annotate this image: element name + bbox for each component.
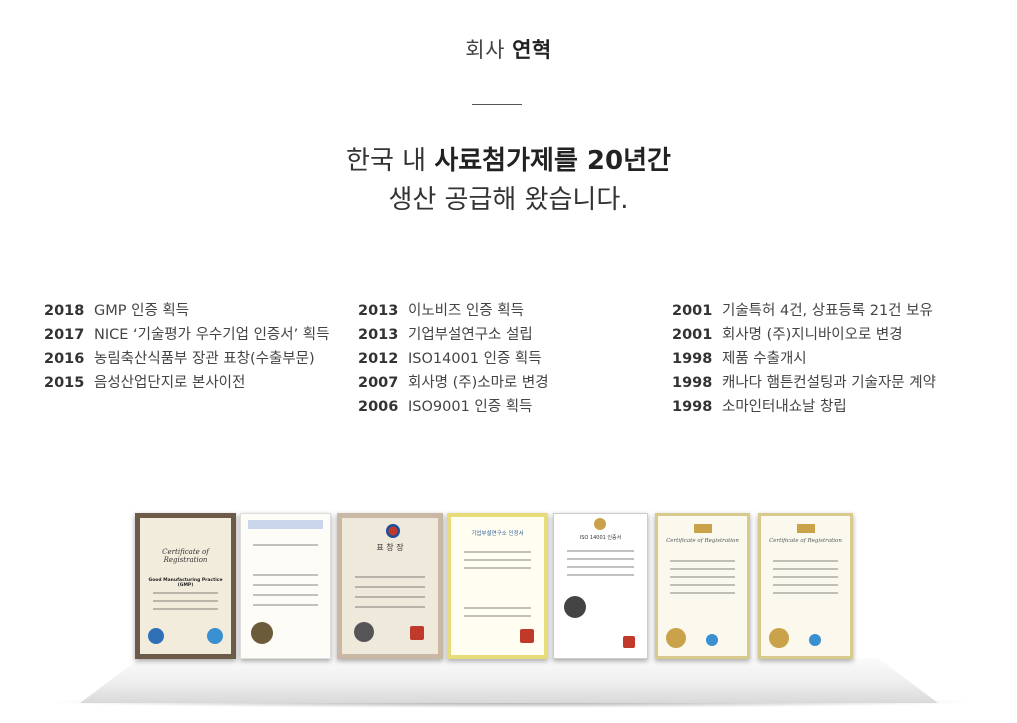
research-institute-certificate-image: 기업부설연구소 인정서 <box>447 513 548 659</box>
history-event: 회사명 (주)소마로 변경 <box>408 375 549 391</box>
history-year: 2001 <box>672 303 713 319</box>
history-year: 2013 <box>358 303 399 319</box>
history-event: ISO14001 인증 획득 <box>408 351 542 367</box>
award-certificate-image: 표 창 장 <box>337 513 443 659</box>
history-year: 2018 <box>44 303 85 319</box>
red-stamp-icon <box>623 636 635 648</box>
history-year: 2012 <box>358 351 399 367</box>
history-event: 캐나다 햄튼컨설팅과 기술자문 계약 <box>722 375 936 391</box>
history-year: 2007 <box>358 375 399 391</box>
iso14001-en-certificate-title: Certificate of Registration <box>769 538 842 544</box>
history-item: 2013 기업부설연구소 설립 <box>358 323 658 347</box>
headline-text: 한국 내 <box>346 146 435 176</box>
certificate-seal-icon <box>354 622 374 642</box>
history-item: 1998 소마인터내쇼날 창립 <box>672 395 992 419</box>
nice-certificate-image <box>240 513 331 659</box>
headline-emphasis: 사료첨가제를 <box>434 146 578 176</box>
history-event: 기업부설연구소 설립 <box>408 327 533 343</box>
history-item: 2016 농림축산식품부 장관 표창(수출부문) <box>44 347 334 371</box>
history-event: NICE ‘기술평가 우수기업 인증서’ 획득 <box>94 327 330 343</box>
history-item: 2018 GMP 인증 획득 <box>44 299 334 323</box>
history-column-1: 2018 GMP 인증 획득 2017 NICE ‘기술평가 우수기업 인증서’ 획… <box>44 299 334 395</box>
iso9001-certificate-image: Certificate of Registration <box>655 513 750 659</box>
certificate-seal-icon <box>666 628 686 648</box>
history-year: 2001 <box>672 327 713 343</box>
section-title-normal: 회사 <box>465 38 513 62</box>
history-year: 1998 <box>672 351 713 367</box>
research-certificate-title: 기업부설연구소 인정서 <box>471 531 524 537</box>
headline: 한국 내 사료첨가제를 20년간 생산 공급해 왔습니다. <box>0 142 1017 220</box>
headline-line-2: 생산 공급해 왔습니다. <box>388 185 629 215</box>
certificate-stand <box>80 658 938 703</box>
history-year: 2013 <box>358 327 399 343</box>
history-event: 농림축산식품부 장관 표창(수출부문) <box>94 351 315 367</box>
title-divider <box>472 104 522 105</box>
certificate-seal-icon <box>564 596 586 618</box>
history-year: 1998 <box>672 375 713 391</box>
red-stamp-icon <box>520 629 534 643</box>
emblem-icon <box>594 518 606 530</box>
iso14001-certificate-image: ISO 14001 인증서 <box>553 513 648 659</box>
history-event: 회사명 (주)지니바이오로 변경 <box>722 327 903 343</box>
history-year: 1998 <box>672 399 713 415</box>
history-column-3: 2001 기술특허 4건, 상표등록 21건 보유 2001 회사명 (주)지니바이… <box>672 299 992 419</box>
certificate-seal-icon <box>809 634 821 646</box>
history-item: 1998 제품 수출개시 <box>672 347 992 371</box>
gmp-certificate-image: Certificate of Registration Good Manufac… <box>135 513 236 659</box>
history-event: ISO9001 인증 획득 <box>408 399 533 415</box>
history-event: 소마인터내쇼날 창립 <box>722 399 847 415</box>
certificate-seal-icon <box>148 628 164 644</box>
korea-emblem-icon <box>386 524 400 538</box>
iso14001-en-certificate-image: Certificate of Registration <box>758 513 853 659</box>
history-item: 2013 이노비즈 인증 획득 <box>358 299 658 323</box>
history-item: 2012 ISO14001 인증 획득 <box>358 347 658 371</box>
award-certificate-title: 표 창 장 <box>376 543 404 552</box>
history-item: 1998 캐나다 햄튼컨설팅과 기술자문 계약 <box>672 371 992 395</box>
history-year: 2015 <box>44 375 85 391</box>
gmp-certificate-title: Certificate of Registration <box>162 548 209 564</box>
history-event: 제품 수출개시 <box>722 351 807 367</box>
history-year: 2017 <box>44 327 85 343</box>
iso9001-certificate-title: Certificate of Registration <box>666 538 739 544</box>
headline-emphasis-years: 20년간 <box>577 146 671 176</box>
history-year: 2006 <box>358 399 399 415</box>
history-column-2: 2013 이노비즈 인증 획득 2013 기업부설연구소 설립 2012 ISO140… <box>358 299 658 419</box>
history-event: 기술특허 4건, 상표등록 21건 보유 <box>722 303 933 319</box>
history-item: 2001 기술특허 4건, 상표등록 21건 보유 <box>672 299 992 323</box>
headline-line-1: 한국 내 사료첨가제를 20년간 <box>0 142 1017 181</box>
iso14001-certificate-title: ISO 14001 인증서 <box>579 535 622 541</box>
history-item: 2017 NICE ‘기술평가 우수기업 인증서’ 획득 <box>44 323 334 347</box>
gmp-certificate-line: Good Manufacturing Practice (GMP) <box>148 578 223 588</box>
red-stamp-icon <box>410 626 424 640</box>
history-event: GMP 인증 획득 <box>94 303 190 319</box>
history-item: 2001 회사명 (주)지니바이오로 변경 <box>672 323 992 347</box>
history-item: 2006 ISO9001 인증 획득 <box>358 395 658 419</box>
certificate-seal-icon <box>207 628 223 644</box>
section-title: 회사 연혁 <box>0 34 1017 64</box>
history-item: 2007 회사명 (주)소마로 변경 <box>358 371 658 395</box>
certificate-seal-icon <box>706 634 718 646</box>
certificate-seal-icon <box>769 628 789 648</box>
history-item: 2015 음성산업단지로 본사이전 <box>44 371 334 395</box>
history-event: 음성산업단지로 본사이전 <box>94 375 246 391</box>
certificate-seal-icon <box>251 622 273 644</box>
history-event: 이노비즈 인증 획득 <box>408 303 524 319</box>
section-title-bold: 연혁 <box>512 38 552 62</box>
history-year: 2016 <box>44 351 85 367</box>
